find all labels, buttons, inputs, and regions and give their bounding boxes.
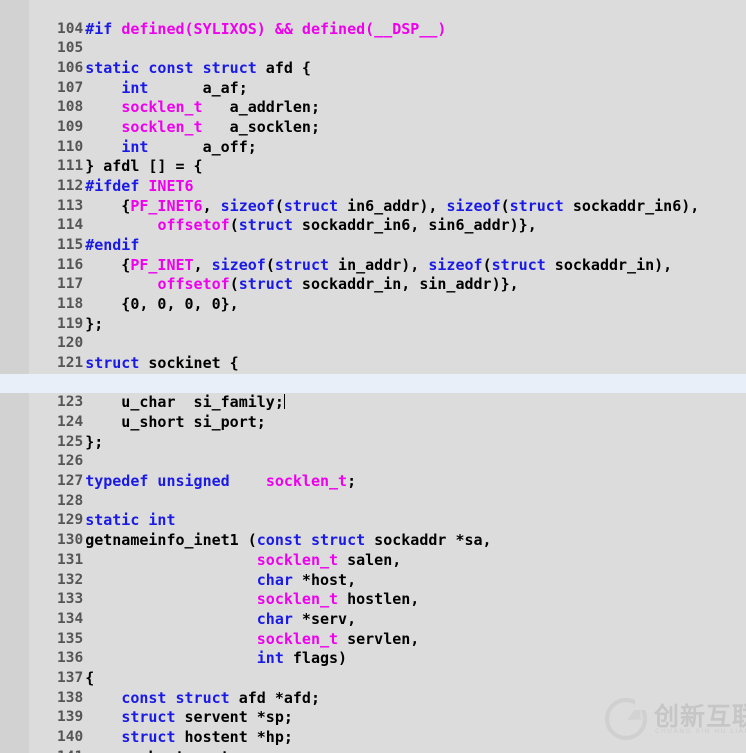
code-line[interactable]: 107 int a_af;	[0, 59, 746, 97]
code-line[interactable]: 124 u_short si_port;	[0, 393, 746, 431]
code-line[interactable]: 129 static int	[0, 492, 746, 529]
code-line[interactable]: 141 u_short port;	[0, 728, 746, 753]
code-line[interactable]: 137{	[0, 649, 746, 687]
code-line-current[interactable]: 123 u_char si_family;	[0, 373, 746, 411]
code-line[interactable]: 133 socklen_t hostlen,	[0, 570, 746, 608]
code-line[interactable]: 134 char *serv,	[0, 590, 746, 628]
code-line[interactable]: 128	[0, 472, 746, 509]
code-content[interactable]: 104 #if defined(SYLIXOS) && defined(__DSP…	[0, 0, 746, 753]
code-line[interactable]: 120	[0, 315, 746, 351]
code-line[interactable]: 139 struct servent *sp;	[0, 689, 746, 726]
code-line[interactable]: 117 offsetof(struct sockaddr_in, sin_add…	[0, 256, 746, 293]
code-line[interactable]: 116 {PF_INET, sizeof(struct in_addr), si…	[0, 236, 746, 274]
code-line[interactable]: 109 socklen_t a_socklen;	[0, 98, 746, 136]
code-editor[interactable]: 103 break; 104#if defined(SYLIXOS) && de…	[0, 0, 746, 753]
code-line[interactable]: 135 socklen_t servlen,	[0, 610, 746, 648]
code-line[interactable]: 110 int a_off;	[0, 118, 746, 156]
code-line[interactable]: 122 u_char si_len;	[0, 354, 746, 392]
code-line[interactable]: 113 {PF_INET6, sizeof(struct in6_addr), …	[0, 177, 746, 215]
code-line[interactable]: 118 {0, 0, 0, 0},	[0, 275, 746, 313]
code-line[interactable]: 119};	[0, 295, 746, 333]
code-line[interactable]: 140 struct hostent *hp;	[0, 708, 746, 746]
code-line[interactable]: 108 socklen_t a_addrlen;	[0, 79, 746, 116]
line-number: 141	[54, 748, 83, 753]
code-line[interactable]: 130 getnameinfo_inet1 (const struct socka…	[0, 511, 746, 549]
code-line[interactable]: 106 static const struct afd {	[0, 39, 746, 77]
code-line[interactable]: 136 int flags)	[0, 630, 746, 667]
code-line[interactable]: 105	[0, 20, 746, 56]
code-line[interactable]: 131 socklen_t salen,	[0, 531, 746, 569]
code-line[interactable]: 114 offsetof(struct sockaddr_in6, sin6_a…	[0, 197, 746, 234]
code-line[interactable]: 111} afdl [] = {	[0, 138, 746, 175]
code-line[interactable]: 138 const struct afd *afd;	[0, 669, 746, 707]
code-line[interactable]: 126	[0, 433, 746, 469]
code-text: u_short port;	[83, 748, 238, 753]
code-line[interactable]: 127 typedef unsigned socklen_t;	[0, 452, 746, 490]
code-line[interactable]: 112 #ifdef INET6	[0, 157, 746, 195]
code-line[interactable]: 115 #endif	[0, 216, 746, 254]
clipped-top-line: 103 break;	[0, 0, 746, 4]
code-line[interactable]: 125};	[0, 413, 746, 451]
code-line[interactable]: 132 char *host,	[0, 551, 746, 589]
code-line[interactable]: 121 struct sockinet {	[0, 334, 746, 372]
